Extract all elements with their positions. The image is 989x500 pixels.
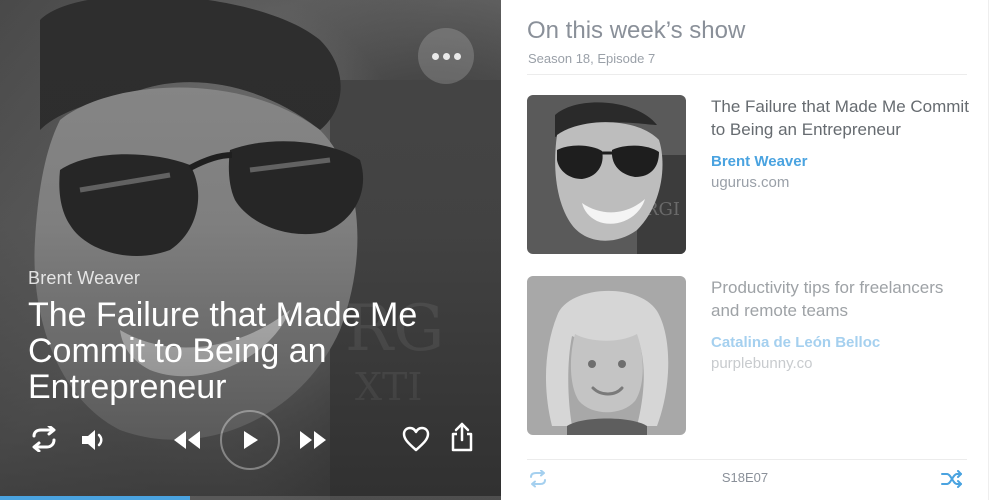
episode-speaker[interactable]: Catalina de León Belloc [711, 334, 971, 351]
play-icon [244, 431, 258, 449]
list-item[interactable]: Productivity tips for freelancers and re… [527, 276, 967, 436]
now-playing-speaker: Brent Weaver [28, 268, 141, 288]
playback-progress-fill [0, 496, 191, 500]
rewind-icon [174, 431, 200, 449]
now-playing-title: The Failure that Made Me Commit to Being… [28, 296, 418, 406]
volume-icon [82, 430, 103, 450]
episode-title: The Failure that Made Me Commit to Being… [711, 97, 969, 139]
episode-code: S18E07 [721, 470, 769, 485]
volume-button[interactable] [80, 428, 108, 452]
repeat-icon [32, 426, 56, 452]
heart-icon [402, 426, 430, 452]
favorite-button[interactable] [402, 426, 430, 452]
divider [527, 74, 967, 75]
episode-website[interactable]: purplebunny.co [711, 355, 971, 372]
rewind-button[interactable] [172, 429, 202, 451]
panel-subtitle: Season 18, Episode 7 [528, 51, 656, 66]
footer-repeat-button[interactable] [527, 469, 549, 493]
fast-forward-button[interactable] [298, 429, 328, 451]
more-icon [431, 52, 439, 60]
speaker-thumbnail [527, 276, 686, 435]
divider [527, 459, 967, 460]
speaker-thumbnail: RGI [527, 95, 686, 254]
repeat-button[interactable] [28, 426, 60, 452]
episode-details: The Failure that Made Me Commit to Being… [711, 95, 971, 191]
play-button[interactable] [220, 410, 280, 470]
episode-list-panel: On this week’s show Season 18, Episode 7… [501, 0, 989, 500]
list-item[interactable]: RGI The Failure that Made Me Commit to B… [527, 95, 969, 255]
now-playing-info: Brent Weaver The Failure that Made Me Co… [28, 268, 468, 405]
playback-progress-bar[interactable] [0, 496, 501, 500]
fast-forward-icon [300, 431, 326, 449]
episode-title: Productivity tips for freelancers and re… [711, 278, 944, 320]
now-playing-panel: RG XTI Brent Weaver The Failure that Mad… [0, 0, 501, 500]
episode-speaker[interactable]: Brent Weaver [711, 153, 971, 170]
share-button[interactable] [450, 422, 474, 452]
panel-title: On this week’s show [527, 17, 746, 44]
more-options-button[interactable] [418, 28, 474, 84]
episode-website[interactable]: ugurus.com [711, 174, 971, 191]
player-controls [0, 410, 501, 470]
episode-details: Productivity tips for freelancers and re… [711, 276, 971, 372]
share-icon [451, 422, 473, 452]
repeat-icon [530, 469, 546, 488]
shuffle-button[interactable] [940, 470, 964, 493]
shuffle-icon [941, 470, 962, 488]
